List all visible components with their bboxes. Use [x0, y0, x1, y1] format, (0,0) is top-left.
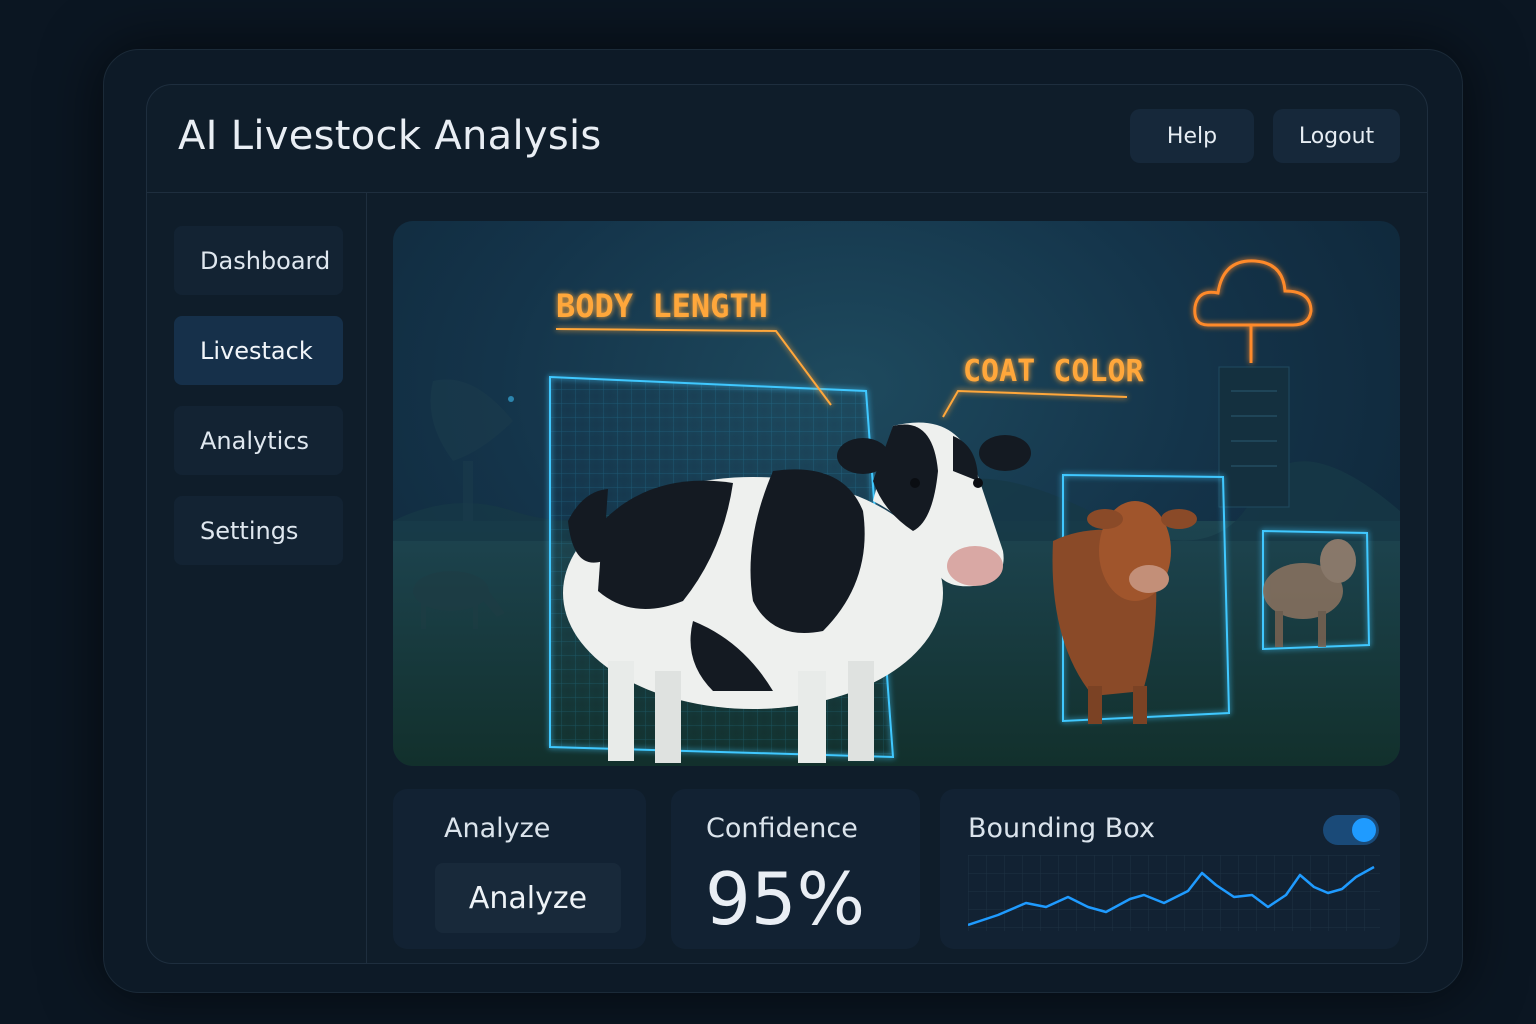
sidebar-item-livestack[interactable]: Livestack [174, 316, 343, 385]
sidebar-item-label: Dashboard [200, 246, 331, 275]
sidebar-item-label: Analytics [200, 426, 309, 455]
bounding-box-toggle[interactable] [1323, 815, 1379, 845]
bounding-box-label: Bounding Box [968, 813, 1155, 844]
confidence-card: Confidence 95% [671, 789, 920, 949]
satellite-dish-icon [430, 379, 514, 521]
app-window: AI Livestock Analysis Help Logout Dashbo… [146, 84, 1428, 964]
cloud-icon [1193, 259, 1313, 363]
sidebar: Dashboard Livestack Analytics Settings [147, 193, 367, 963]
analyze-button[interactable]: Analyze [435, 863, 621, 933]
server-tower-icon [1218, 366, 1290, 508]
annotation-body-length: BODY LENGTH [556, 287, 768, 325]
sidebar-item-analytics[interactable]: Analytics [174, 406, 343, 475]
confidence-label: Confidence [706, 813, 858, 844]
sidebar-item-label: Settings [200, 516, 299, 545]
sidebar-item-dashboard[interactable]: Dashboard [174, 226, 343, 295]
help-button[interactable]: Help [1130, 109, 1254, 163]
header: AI Livestock Analysis Help Logout [147, 85, 1427, 193]
logout-button[interactable]: Logout [1273, 109, 1400, 163]
confidence-value: 95% [705, 857, 866, 941]
sidebar-item-label: Livestack [200, 336, 313, 365]
page-title: AI Livestock Analysis [178, 113, 602, 159]
sidebar-item-settings[interactable]: Settings [174, 496, 343, 565]
toggle-knob [1352, 818, 1376, 842]
analyze-card-label: Analyze [444, 813, 551, 844]
analysis-scene: BODY LENGTH COAT COLOR [393, 259, 1400, 766]
activity-sparkline [968, 855, 1380, 931]
analyze-card: Analyze Analyze [393, 789, 646, 949]
bounding-box-card: Bounding Box [940, 789, 1400, 949]
livestock-analysis-image: BODY LENGTH COAT COLOR [393, 221, 1400, 766]
annotation-coat-color: COAT COLOR [963, 354, 1145, 389]
